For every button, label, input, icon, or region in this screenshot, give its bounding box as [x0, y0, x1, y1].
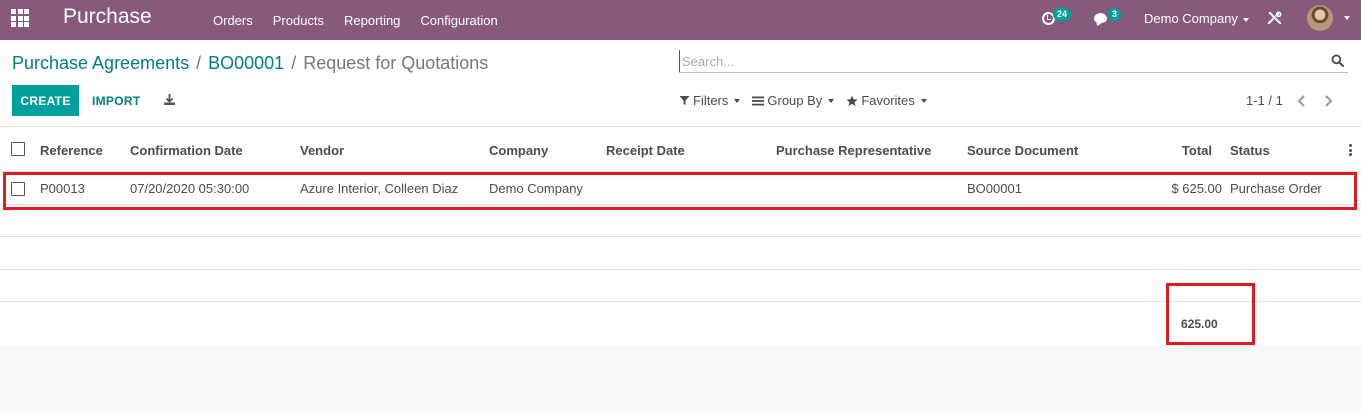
column-header-status[interactable]: Status — [1230, 143, 1270, 158]
row-checkbox[interactable] — [11, 182, 25, 196]
cell-source-document: BO00001 — [967, 181, 1022, 196]
table-row[interactable]: P00013 07/20/2020 05:30:00 Azure Interio… — [0, 172, 1361, 205]
filters-dropdown[interactable]: Filters — [679, 93, 741, 108]
pager: 1-1 / 1 — [1246, 93, 1335, 108]
column-header-source-document[interactable]: Source Document — [967, 143, 1078, 158]
empty-row — [0, 270, 1361, 302]
activity-button[interactable]: 24 — [1042, 8, 1072, 30]
caret-down-icon — [828, 98, 835, 103]
column-header-confirmation-date[interactable]: Confirmation Date — [130, 143, 243, 158]
main-menu: Orders Products Reporting Configuration — [203, 0, 508, 40]
column-header-reference[interactable]: Reference — [40, 143, 103, 158]
caret-down-icon[interactable] — [1344, 16, 1350, 20]
cell-status: Purchase Order — [1230, 181, 1322, 196]
menu-item-configuration[interactable]: Configuration — [410, 13, 507, 28]
company-name: Demo Company — [1144, 11, 1238, 26]
group-by-dropdown[interactable]: Group By — [752, 93, 835, 108]
breadcrumb-separator: / — [291, 53, 297, 73]
empty-row — [0, 205, 1361, 237]
table-header: Reference Confirmation Date Vendor Compa… — [0, 127, 1361, 172]
menu-item-reporting[interactable]: Reporting — [334, 13, 410, 28]
caret-down-icon — [734, 98, 741, 103]
column-header-company[interactable]: Company — [489, 143, 548, 158]
column-header-purchase-representative[interactable]: Purchase Representative — [776, 143, 931, 158]
column-header-receipt-date[interactable]: Receipt Date — [606, 143, 685, 158]
breadcrumb: Purchase Agreements / BO00001 / Request … — [12, 53, 488, 74]
favorites-dropdown[interactable]: Favorites — [846, 93, 927, 108]
page-title: Request for Quotations — [303, 53, 489, 73]
star-icon — [846, 95, 858, 106]
chevron-right-icon[interactable] — [1321, 94, 1335, 108]
list-view: Reference Confirmation Date Vendor Compa… — [0, 127, 1361, 345]
caret-down-icon — [1242, 17, 1249, 22]
create-button[interactable]: CREATE — [12, 85, 79, 116]
cell-confirmation-date: 07/20/2020 05:30:00 — [130, 181, 250, 196]
messages-button[interactable]: 3 — [1094, 8, 1124, 30]
menu-item-products[interactable]: Products — [263, 13, 334, 28]
user-avatar[interactable] — [1307, 5, 1333, 31]
download-icon[interactable] — [163, 93, 176, 106]
cell-total: $ 625.00 — [1171, 181, 1222, 196]
search-options: Filters Group By Favorites — [679, 93, 939, 108]
group-by-label: Group By — [767, 93, 823, 108]
favorites-label: Favorites — [861, 93, 915, 108]
kebab-icon[interactable] — [1349, 144, 1352, 158]
pager-value[interactable]: 1-1 / 1 — [1246, 93, 1283, 108]
column-header-total[interactable]: Total — [1150, 143, 1212, 158]
top-navbar: Purchase Orders Products Reporting Confi… — [0, 0, 1361, 40]
app-name[interactable]: Purchase — [63, 5, 152, 29]
control-panel: Purchase Agreements / BO00001 / Request … — [0, 40, 1361, 127]
import-button[interactable]: IMPORT — [84, 85, 148, 116]
footer-total: 625.00 — [1181, 317, 1218, 331]
search-bar — [679, 50, 1348, 73]
group-by-icon — [752, 96, 765, 105]
cell-company: Demo Company — [489, 181, 583, 196]
company-switcher[interactable]: Demo Company — [1144, 11, 1249, 26]
caret-down-icon — [920, 98, 927, 103]
cell-vendor: Azure Interior, Colleen Diaz — [300, 181, 459, 196]
breadcrumb-separator: / — [196, 53, 202, 73]
apps-grid-icon[interactable] — [11, 9, 29, 27]
filters-label: Filters — [693, 93, 729, 108]
column-header-vendor[interactable]: Vendor — [300, 143, 344, 158]
menu-item-orders[interactable]: Orders — [203, 13, 263, 28]
filter-icon — [679, 96, 690, 105]
empty-row — [0, 237, 1361, 270]
message-count-badge: 3 — [1108, 8, 1122, 21]
search-input[interactable] — [679, 50, 1319, 72]
debug-tools-icon[interactable] — [1267, 11, 1282, 26]
chevron-left-icon[interactable] — [1295, 94, 1309, 108]
breadcrumb-agreement[interactable]: BO00001 — [208, 53, 284, 74]
breadcrumb-purchase-agreements[interactable]: Purchase Agreements — [12, 53, 189, 74]
select-all-checkbox[interactable] — [11, 142, 25, 156]
activity-count-badge: 24 — [1053, 8, 1072, 21]
chat-icon — [1094, 13, 1107, 23]
cell-reference: P00013 — [40, 181, 85, 196]
search-icon[interactable] — [1331, 54, 1344, 67]
